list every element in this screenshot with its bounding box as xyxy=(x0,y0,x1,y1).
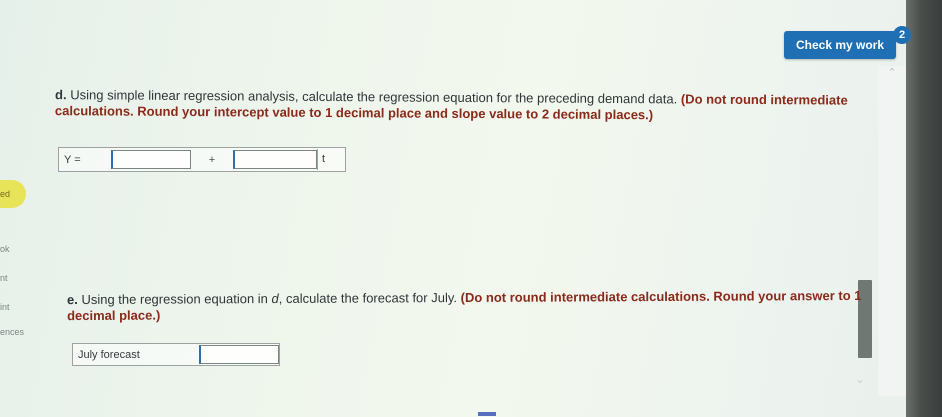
question-e: e. Using the regression equation in d, c… xyxy=(67,288,867,324)
question-e-label: e. xyxy=(66,292,78,308)
check-my-work-label: Check my work xyxy=(795,38,885,52)
screen-edge xyxy=(906,0,942,417)
july-forecast-label: July forecast xyxy=(78,348,140,361)
slope-input[interactable] xyxy=(233,150,317,169)
sidebar-item-hint[interactable]: int xyxy=(0,302,10,312)
chevron-down-icon[interactable]: ⌄ xyxy=(852,372,868,386)
question-e-ref: d xyxy=(271,290,279,307)
intercept-input[interactable] xyxy=(111,150,191,169)
sidebar-item-label: ed xyxy=(0,189,11,199)
regression-equation-row: Y = + t xyxy=(58,147,346,172)
sidebar: ed ok nt int ences xyxy=(0,0,40,417)
question-e-text: Using the regression equation in xyxy=(81,291,268,308)
equation-label: Y = xyxy=(64,153,81,166)
question-e-text-after: , calculate the forecast for July. xyxy=(278,290,458,306)
sidebar-item-highlighted[interactable]: ed xyxy=(0,180,26,208)
variable-t: t xyxy=(317,149,345,170)
question-d-label: d. xyxy=(55,87,67,103)
question-d: d. Using simple linear regression analys… xyxy=(55,87,885,125)
july-forecast-row: July forecast xyxy=(72,343,280,366)
sidebar-item-references[interactable]: ences xyxy=(0,327,24,337)
check-my-work-button[interactable]: Check my work xyxy=(784,31,896,59)
chevron-up-icon[interactable]: ⌃ xyxy=(884,66,900,80)
sidebar-item-print[interactable]: nt xyxy=(0,273,8,283)
page-indicator xyxy=(478,412,496,416)
check-count-badge: 2 xyxy=(893,26,911,44)
plus-sign: + xyxy=(208,153,216,166)
sidebar-item-ebook[interactable]: ok xyxy=(0,244,10,254)
july-forecast-input[interactable] xyxy=(199,345,279,364)
